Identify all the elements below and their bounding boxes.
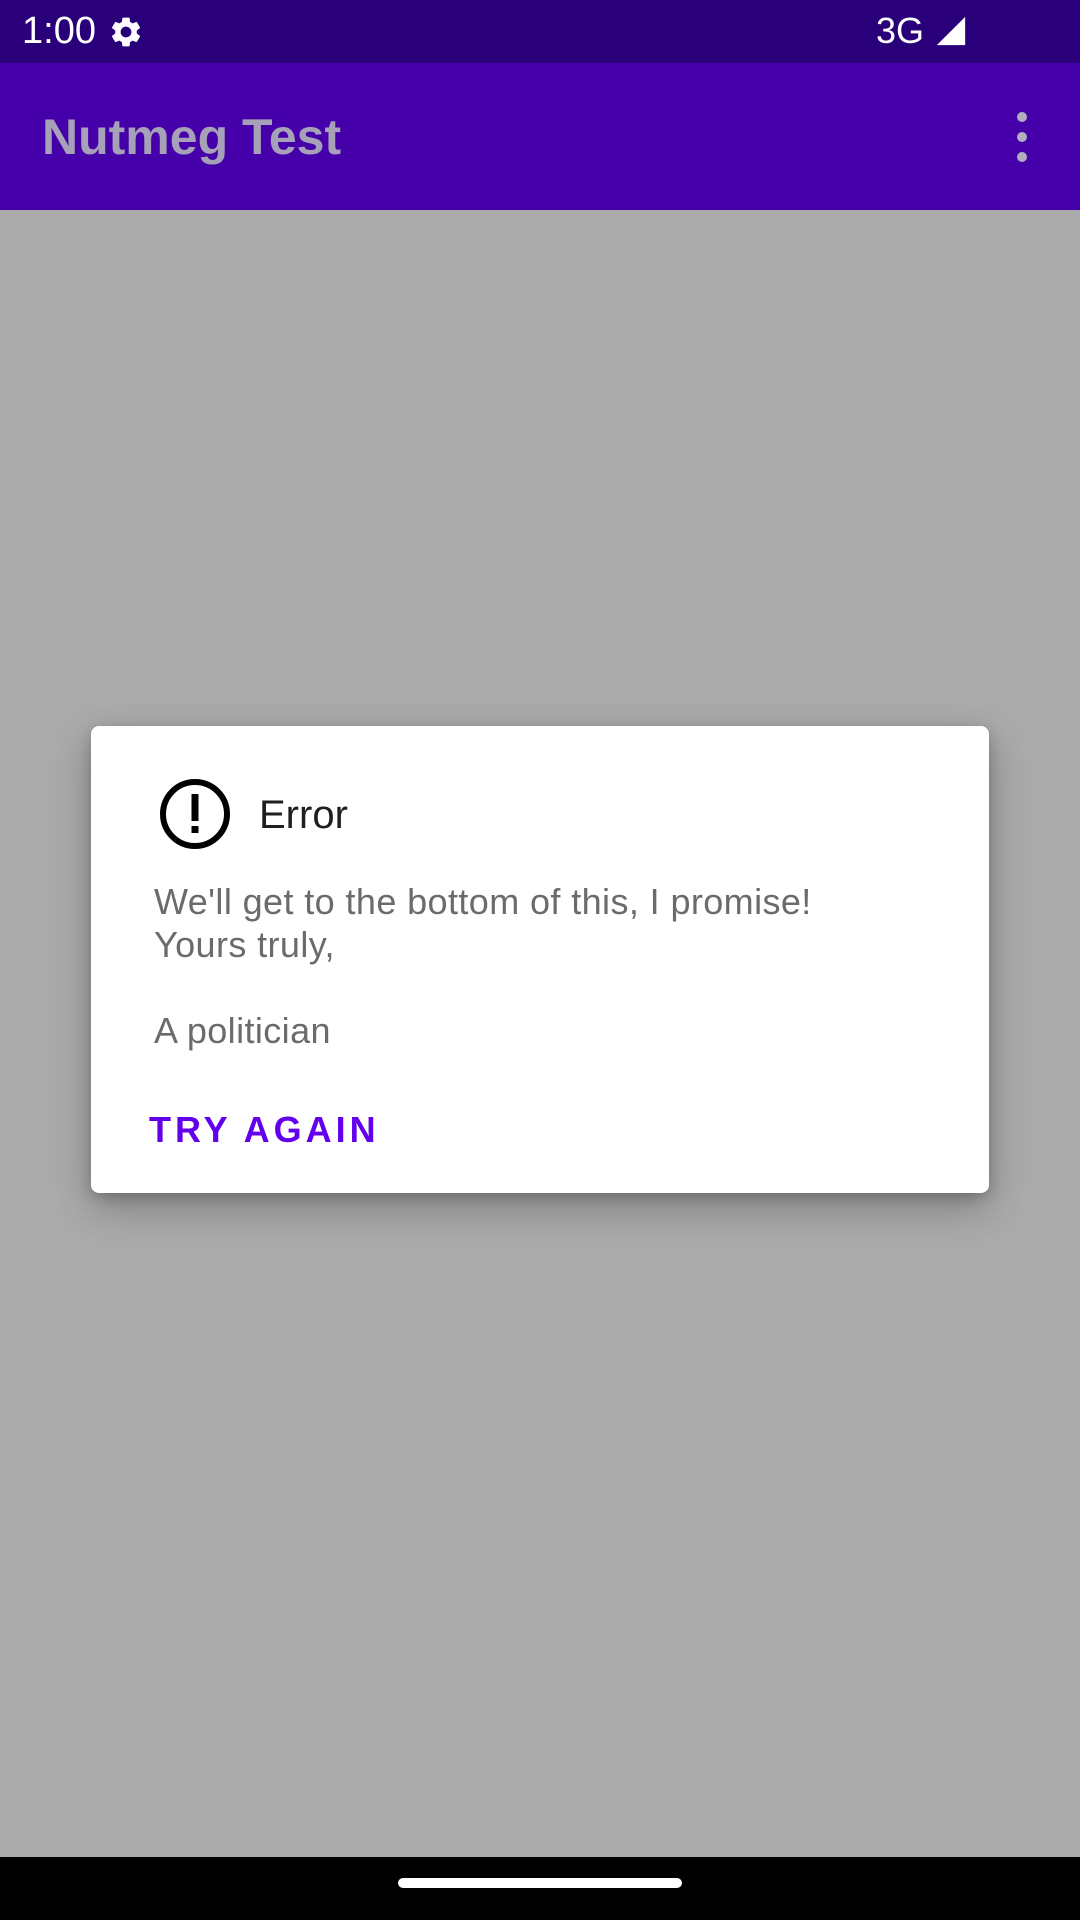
screen: 1:00 3G Nutmeg Test Error We'll get to t… (0, 0, 1080, 1920)
navigation-bar (0, 1857, 1080, 1920)
app-title: Nutmeg Test (42, 109, 342, 165)
more-vert-icon[interactable] (1000, 107, 1044, 167)
message-line: A politician (154, 1010, 331, 1051)
home-gesture-handle[interactable] (398, 1878, 682, 1888)
app-bar: Nutmeg Test (0, 63, 1080, 210)
try-again-button[interactable]: TRY AGAIN (135, 1098, 394, 1162)
error-exclamation-icon (160, 779, 230, 849)
status-bar: 1:00 3G (0, 0, 1080, 63)
message-line: Yours truly, (154, 924, 335, 965)
network-type: 3G (876, 10, 925, 51)
cell-signal-icon (936, 16, 966, 46)
gear-icon (111, 17, 141, 47)
dialog-message: We'll get to the bottom of this, I promi… (154, 880, 954, 1052)
dialog-title: Error (259, 793, 348, 837)
message-line: We'll get to the bottom of this, I promi… (154, 881, 812, 922)
error-dialog: Error We'll get to the bottom of this, I… (91, 726, 989, 1193)
status-time: 1:00 (22, 10, 96, 52)
